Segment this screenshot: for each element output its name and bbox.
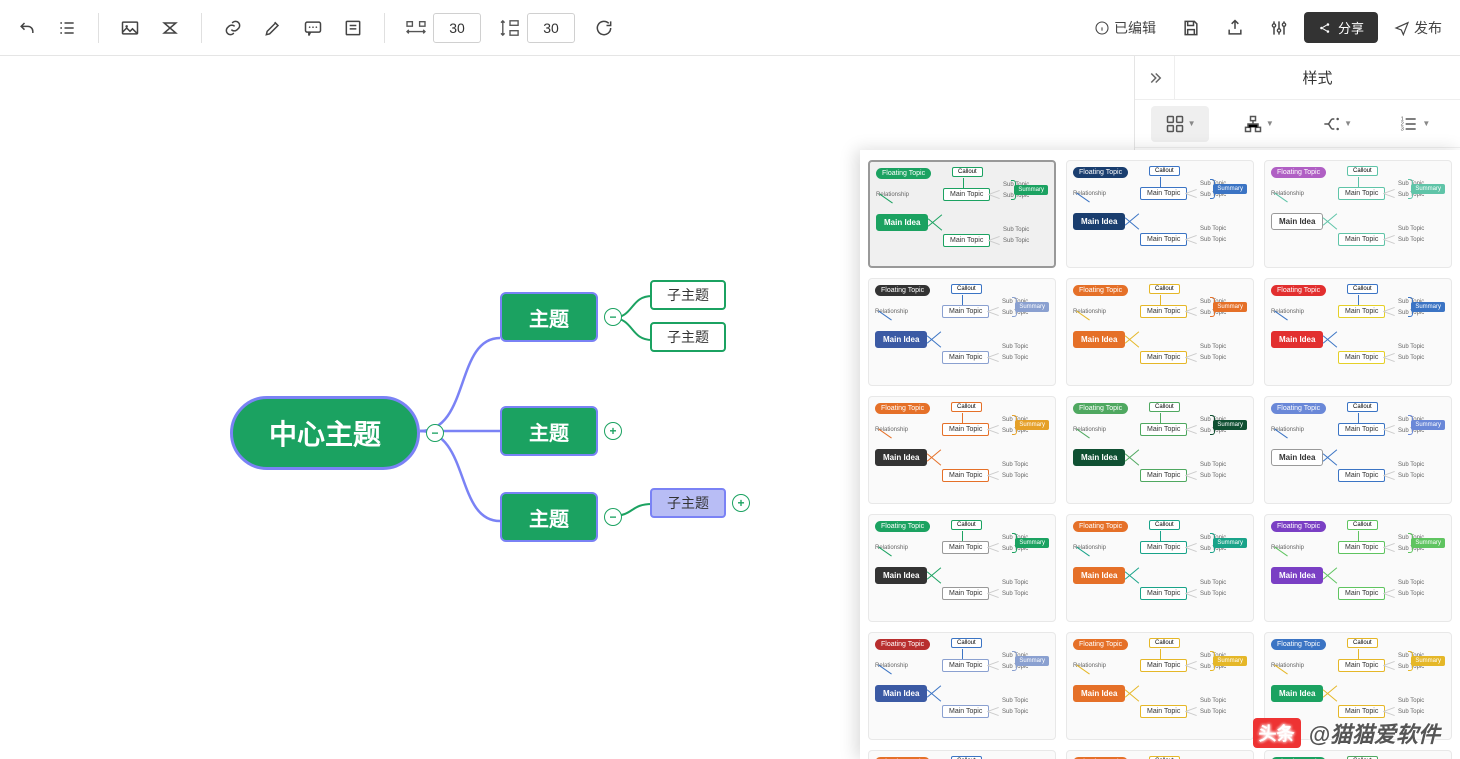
theme-card-11[interactable]: Floating TopicCalloutRelationshipMain Id… (1066, 514, 1254, 622)
chevron-down-icon: ▼ (1344, 119, 1352, 128)
theme-card-9[interactable]: Floating TopicCalloutRelationshipMain Id… (1264, 396, 1452, 504)
v-spacing-input[interactable] (527, 13, 575, 43)
settings-button[interactable] (1260, 9, 1298, 47)
comment-button[interactable] (294, 9, 332, 47)
v-spacing-icon (499, 19, 521, 37)
watermark: 头条 @猫猫爱软件 (1253, 717, 1440, 749)
edited-label: 已编辑 (1114, 18, 1156, 38)
tab-branch[interactable]: ▼ (1308, 106, 1366, 142)
center-collapse-button[interactable]: − (426, 424, 444, 442)
h-spacing-group (405, 13, 481, 43)
topic3-collapse-button[interactable]: − (604, 508, 622, 526)
v-spacing-group (499, 13, 575, 43)
info-icon (1094, 20, 1110, 36)
subtopic-1a[interactable]: 子主题 (650, 280, 726, 310)
save-button[interactable] (1172, 9, 1210, 47)
theme-card-10[interactable]: Floating TopicCalloutRelationshipMain Id… (868, 514, 1056, 622)
theme-card-13[interactable]: Floating TopicCalloutRelationshipMain Id… (868, 632, 1056, 740)
edited-status[interactable]: 已编辑 (1084, 12, 1166, 44)
sidebar-collapse-button[interactable] (1135, 56, 1175, 99)
sidebar-title: 样式 (1175, 67, 1460, 88)
style-tabs: ▼ ▼ ▼ 123▼ (1135, 100, 1460, 148)
h-spacing-icon (405, 19, 427, 37)
toolbar: 已编辑 分享 发布 (0, 0, 1460, 56)
undo-button[interactable] (8, 9, 46, 47)
watermark-text: @猫猫爱软件 (1309, 717, 1440, 749)
separator (384, 13, 385, 43)
sidebar-header: 样式 (1135, 56, 1460, 100)
theme-card-14[interactable]: Floating TopicCalloutRelationshipMain Id… (1066, 632, 1254, 740)
structure-icon (1243, 114, 1263, 134)
subtopic-3a[interactable]: 子主题 (650, 488, 726, 518)
theme-card-17[interactable]: Floating TopicCalloutRelationshipMain Id… (1066, 750, 1254, 759)
tab-list[interactable]: 123▼ (1386, 106, 1444, 142)
grid-icon (1165, 114, 1185, 134)
topic1-collapse-button[interactable]: − (604, 308, 622, 326)
h-spacing-input[interactable] (433, 13, 481, 43)
note-button[interactable] (334, 9, 372, 47)
tab-structure[interactable]: ▼ (1229, 106, 1287, 142)
formula-button[interactable] (151, 9, 189, 47)
theme-card-1[interactable]: Floating TopicCalloutRelationshipMain Id… (868, 160, 1056, 268)
theme-card-8[interactable]: Floating TopicCalloutRelationshipMain Id… (1066, 396, 1254, 504)
chevrons-right-icon (1146, 69, 1164, 87)
subtopic3a-add-button[interactable]: + (732, 494, 750, 512)
chevron-down-icon: ▼ (1188, 119, 1196, 128)
topic-node-1[interactable]: 主题 (500, 292, 598, 342)
branch-icon (1321, 114, 1341, 134)
topic-node-2[interactable]: 主题 (500, 406, 598, 456)
link-button[interactable] (214, 9, 252, 47)
list-icon: 123 (1399, 114, 1419, 134)
export-button[interactable] (1216, 9, 1254, 47)
svg-text:3: 3 (1401, 126, 1404, 132)
theme-card-12[interactable]: Floating TopicCalloutRelationshipMain Id… (1264, 514, 1452, 622)
theme-card-18[interactable]: Floating TopicCalloutRelationshipMain Id… (1264, 750, 1452, 759)
highlight-button[interactable] (254, 9, 292, 47)
theme-card-6[interactable]: Floating TopicCalloutRelationshipMain Id… (1264, 278, 1452, 386)
separator (201, 13, 202, 43)
outline-button[interactable] (48, 9, 86, 47)
share-button[interactable]: 分享 (1304, 12, 1378, 43)
chevron-down-icon: ▼ (1422, 119, 1430, 128)
theme-card-2[interactable]: Floating TopicCalloutRelationshipMain Id… (1066, 160, 1254, 268)
share-label: 分享 (1338, 18, 1364, 37)
image-button[interactable] (111, 9, 149, 47)
watermark-badge: 头条 (1253, 718, 1301, 748)
theme-card-5[interactable]: Floating TopicCalloutRelationshipMain Id… (1066, 278, 1254, 386)
share-icon (1318, 21, 1332, 35)
topic-node-3[interactable]: 主题 (500, 492, 598, 542)
theme-card-3[interactable]: Floating TopicCalloutRelationshipMain Id… (1264, 160, 1452, 268)
publish-button[interactable]: 发布 (1384, 12, 1452, 44)
center-node[interactable]: 中心主题 (230, 396, 420, 470)
theme-grid: Floating TopicCalloutRelationshipMain Id… (868, 160, 1452, 759)
topic2-add-button[interactable]: + (604, 422, 622, 440)
theme-card-16[interactable]: Floating TopicCalloutRelationshipMain Id… (868, 750, 1056, 759)
theme-card-7[interactable]: Floating TopicCalloutRelationshipMain Id… (868, 396, 1056, 504)
theme-panel: Floating TopicCalloutRelationshipMain Id… (860, 150, 1460, 759)
separator (98, 13, 99, 43)
subtopic-1b[interactable]: 子主题 (650, 322, 726, 352)
toolbar-right: 已编辑 分享 发布 (1084, 9, 1452, 47)
send-icon (1394, 20, 1410, 36)
toolbar-left (8, 9, 623, 47)
tab-theme[interactable]: ▼ (1151, 106, 1209, 142)
chevron-down-icon: ▼ (1266, 119, 1274, 128)
publish-label: 发布 (1414, 18, 1442, 38)
theme-card-4[interactable]: Floating TopicCalloutRelationshipMain Id… (868, 278, 1056, 386)
refresh-button[interactable] (585, 9, 623, 47)
